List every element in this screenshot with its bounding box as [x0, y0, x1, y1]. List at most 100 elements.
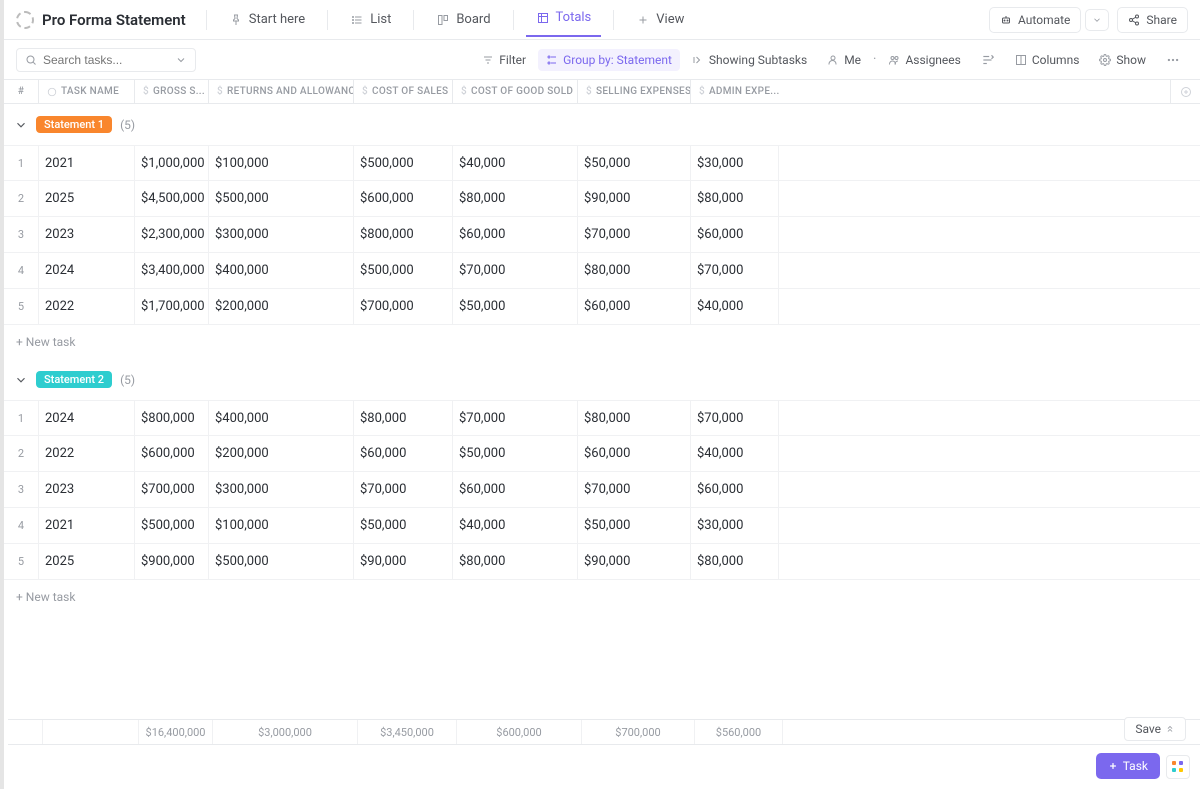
cell-gross[interactable]: $1,000,000: [134, 146, 208, 180]
cell-gross[interactable]: $500,000: [134, 508, 208, 543]
table-row[interactable]: 2 2022 $600,000 $200,000 $60,000 $50,000…: [4, 436, 1200, 472]
cell-task[interactable]: 2024: [38, 253, 134, 288]
search-wrap[interactable]: [16, 48, 196, 72]
cell-selling[interactable]: $80,000: [577, 253, 690, 288]
cell-gross[interactable]: $700,000: [134, 472, 208, 507]
cell-cost-sales[interactable]: $50,000: [353, 508, 452, 543]
new-task-link[interactable]: + New task: [4, 325, 1200, 359]
me-button[interactable]: Me: [819, 49, 869, 71]
table-row[interactable]: 4 2021 $500,000 $100,000 $50,000 $40,000…: [4, 508, 1200, 544]
cell-selling[interactable]: $60,000: [577, 289, 690, 324]
cell-admin[interactable]: $40,000: [690, 289, 779, 324]
cell-returns[interactable]: $400,000: [208, 401, 353, 435]
col-returns[interactable]: $ RETURNS AND ALLOWANC...: [208, 80, 353, 103]
nav-add-view[interactable]: View: [626, 6, 694, 33]
table-row[interactable]: 5 2025 $900,000 $500,000 $90,000 $80,000…: [4, 544, 1200, 580]
new-task-button[interactable]: Task: [1096, 753, 1160, 779]
nav-list[interactable]: List: [340, 6, 401, 33]
cell-gross[interactable]: $600,000: [134, 436, 208, 471]
table-row[interactable]: 1 2024 $800,000 $400,000 $80,000 $70,000…: [4, 400, 1200, 436]
cell-returns[interactable]: $200,000: [208, 436, 353, 471]
more-button[interactable]: [1158, 49, 1188, 71]
cell-selling[interactable]: $50,000: [577, 508, 690, 543]
cell-selling[interactable]: $90,000: [577, 544, 690, 579]
cell-cogs[interactable]: $70,000: [452, 253, 577, 288]
sort-button[interactable]: [973, 49, 1003, 71]
cell-gross[interactable]: $3,400,000: [134, 253, 208, 288]
cell-selling[interactable]: $90,000: [577, 181, 690, 216]
filter-button[interactable]: Filter: [474, 49, 534, 71]
cell-selling[interactable]: $60,000: [577, 436, 690, 471]
group-header[interactable]: Statement 1 (5): [4, 104, 1200, 145]
cell-cogs[interactable]: $50,000: [452, 289, 577, 324]
table-row[interactable]: 4 2024 $3,400,000 $400,000 $500,000 $70,…: [4, 253, 1200, 289]
cell-admin[interactable]: $70,000: [690, 401, 779, 435]
cell-returns[interactable]: $500,000: [208, 544, 353, 579]
cell-returns[interactable]: $100,000: [208, 508, 353, 543]
cell-gross[interactable]: $900,000: [134, 544, 208, 579]
cell-gross[interactable]: $4,500,000: [134, 181, 208, 216]
save-button[interactable]: Save: [1124, 717, 1186, 741]
groupby-button[interactable]: Group by: Statement: [538, 49, 680, 71]
cell-cost-sales[interactable]: $500,000: [353, 253, 452, 288]
cell-returns[interactable]: $300,000: [208, 217, 353, 252]
cell-admin[interactable]: $30,000: [690, 146, 779, 180]
cell-cogs[interactable]: $80,000: [452, 544, 577, 579]
col-cost-sales[interactable]: $ COST OF SALES: [353, 80, 452, 103]
table-row[interactable]: 2 2025 $4,500,000 $500,000 $600,000 $80,…: [4, 181, 1200, 217]
cell-task[interactable]: 2021: [38, 146, 134, 180]
group-header[interactable]: Statement 2 (5): [4, 359, 1200, 400]
new-task-link[interactable]: + New task: [4, 580, 1200, 614]
cell-cost-sales[interactable]: $70,000: [353, 472, 452, 507]
col-admin[interactable]: $ ADMIN EXPE...: [690, 80, 779, 103]
col-cogs[interactable]: $ COST OF GOOD SOLD: [452, 80, 577, 103]
cell-gross[interactable]: $2,300,000: [134, 217, 208, 252]
cell-cost-sales[interactable]: $700,000: [353, 289, 452, 324]
cell-task[interactable]: 2022: [38, 436, 134, 471]
cell-cogs[interactable]: $40,000: [452, 508, 577, 543]
table-row[interactable]: 3 2023 $700,000 $300,000 $70,000 $60,000…: [4, 472, 1200, 508]
cell-cost-sales[interactable]: $800,000: [353, 217, 452, 252]
cell-cost-sales[interactable]: $80,000: [353, 401, 452, 435]
chevron-down-icon[interactable]: [175, 54, 187, 66]
cell-cogs[interactable]: $80,000: [452, 181, 577, 216]
table-row[interactable]: 3 2023 $2,300,000 $300,000 $800,000 $60,…: [4, 217, 1200, 253]
cell-returns[interactable]: $500,000: [208, 181, 353, 216]
cell-task[interactable]: 2021: [38, 508, 134, 543]
cell-returns[interactable]: $300,000: [208, 472, 353, 507]
cell-cogs[interactable]: $60,000: [452, 472, 577, 507]
nav-start-here[interactable]: Start here: [219, 6, 315, 33]
cell-task[interactable]: 2025: [38, 181, 134, 216]
automate-button[interactable]: Automate: [989, 7, 1081, 33]
cell-gross[interactable]: $1,700,000: [134, 289, 208, 324]
cell-returns[interactable]: $400,000: [208, 253, 353, 288]
nav-board[interactable]: Board: [426, 6, 500, 33]
table-row[interactable]: 5 2022 $1,700,000 $200,000 $700,000 $50,…: [4, 289, 1200, 325]
col-gross[interactable]: $ GROSS S...: [134, 80, 208, 103]
cell-task[interactable]: 2022: [38, 289, 134, 324]
nav-totals[interactable]: Totals: [526, 4, 602, 37]
cell-selling[interactable]: $80,000: [577, 401, 690, 435]
cell-cost-sales[interactable]: $500,000: [353, 146, 452, 180]
cell-task[interactable]: 2023: [38, 472, 134, 507]
cell-admin[interactable]: $60,000: [690, 217, 779, 252]
add-column-button[interactable]: [1170, 80, 1200, 103]
cell-admin[interactable]: $60,000: [690, 472, 779, 507]
cell-returns[interactable]: $100,000: [208, 146, 353, 180]
cell-cogs[interactable]: $70,000: [452, 401, 577, 435]
cell-admin[interactable]: $70,000: [690, 253, 779, 288]
cell-selling[interactable]: $70,000: [577, 472, 690, 507]
cell-admin[interactable]: $30,000: [690, 508, 779, 543]
col-selling[interactable]: $ SELLING EXPENSES: [577, 80, 690, 103]
cell-cost-sales[interactable]: $600,000: [353, 181, 452, 216]
show-button[interactable]: Show: [1091, 49, 1154, 71]
cell-cost-sales[interactable]: $60,000: [353, 436, 452, 471]
cell-cogs[interactable]: $60,000: [452, 217, 577, 252]
assignees-button[interactable]: Assignees: [880, 49, 968, 71]
apps-button[interactable]: [1166, 755, 1190, 779]
cell-selling[interactable]: $50,000: [577, 146, 690, 180]
cell-admin[interactable]: $80,000: [690, 181, 779, 216]
col-task-name[interactable]: TASK NAME: [38, 80, 134, 103]
automate-dropdown[interactable]: [1085, 9, 1109, 31]
subtasks-button[interactable]: Showing Subtasks: [684, 49, 815, 71]
